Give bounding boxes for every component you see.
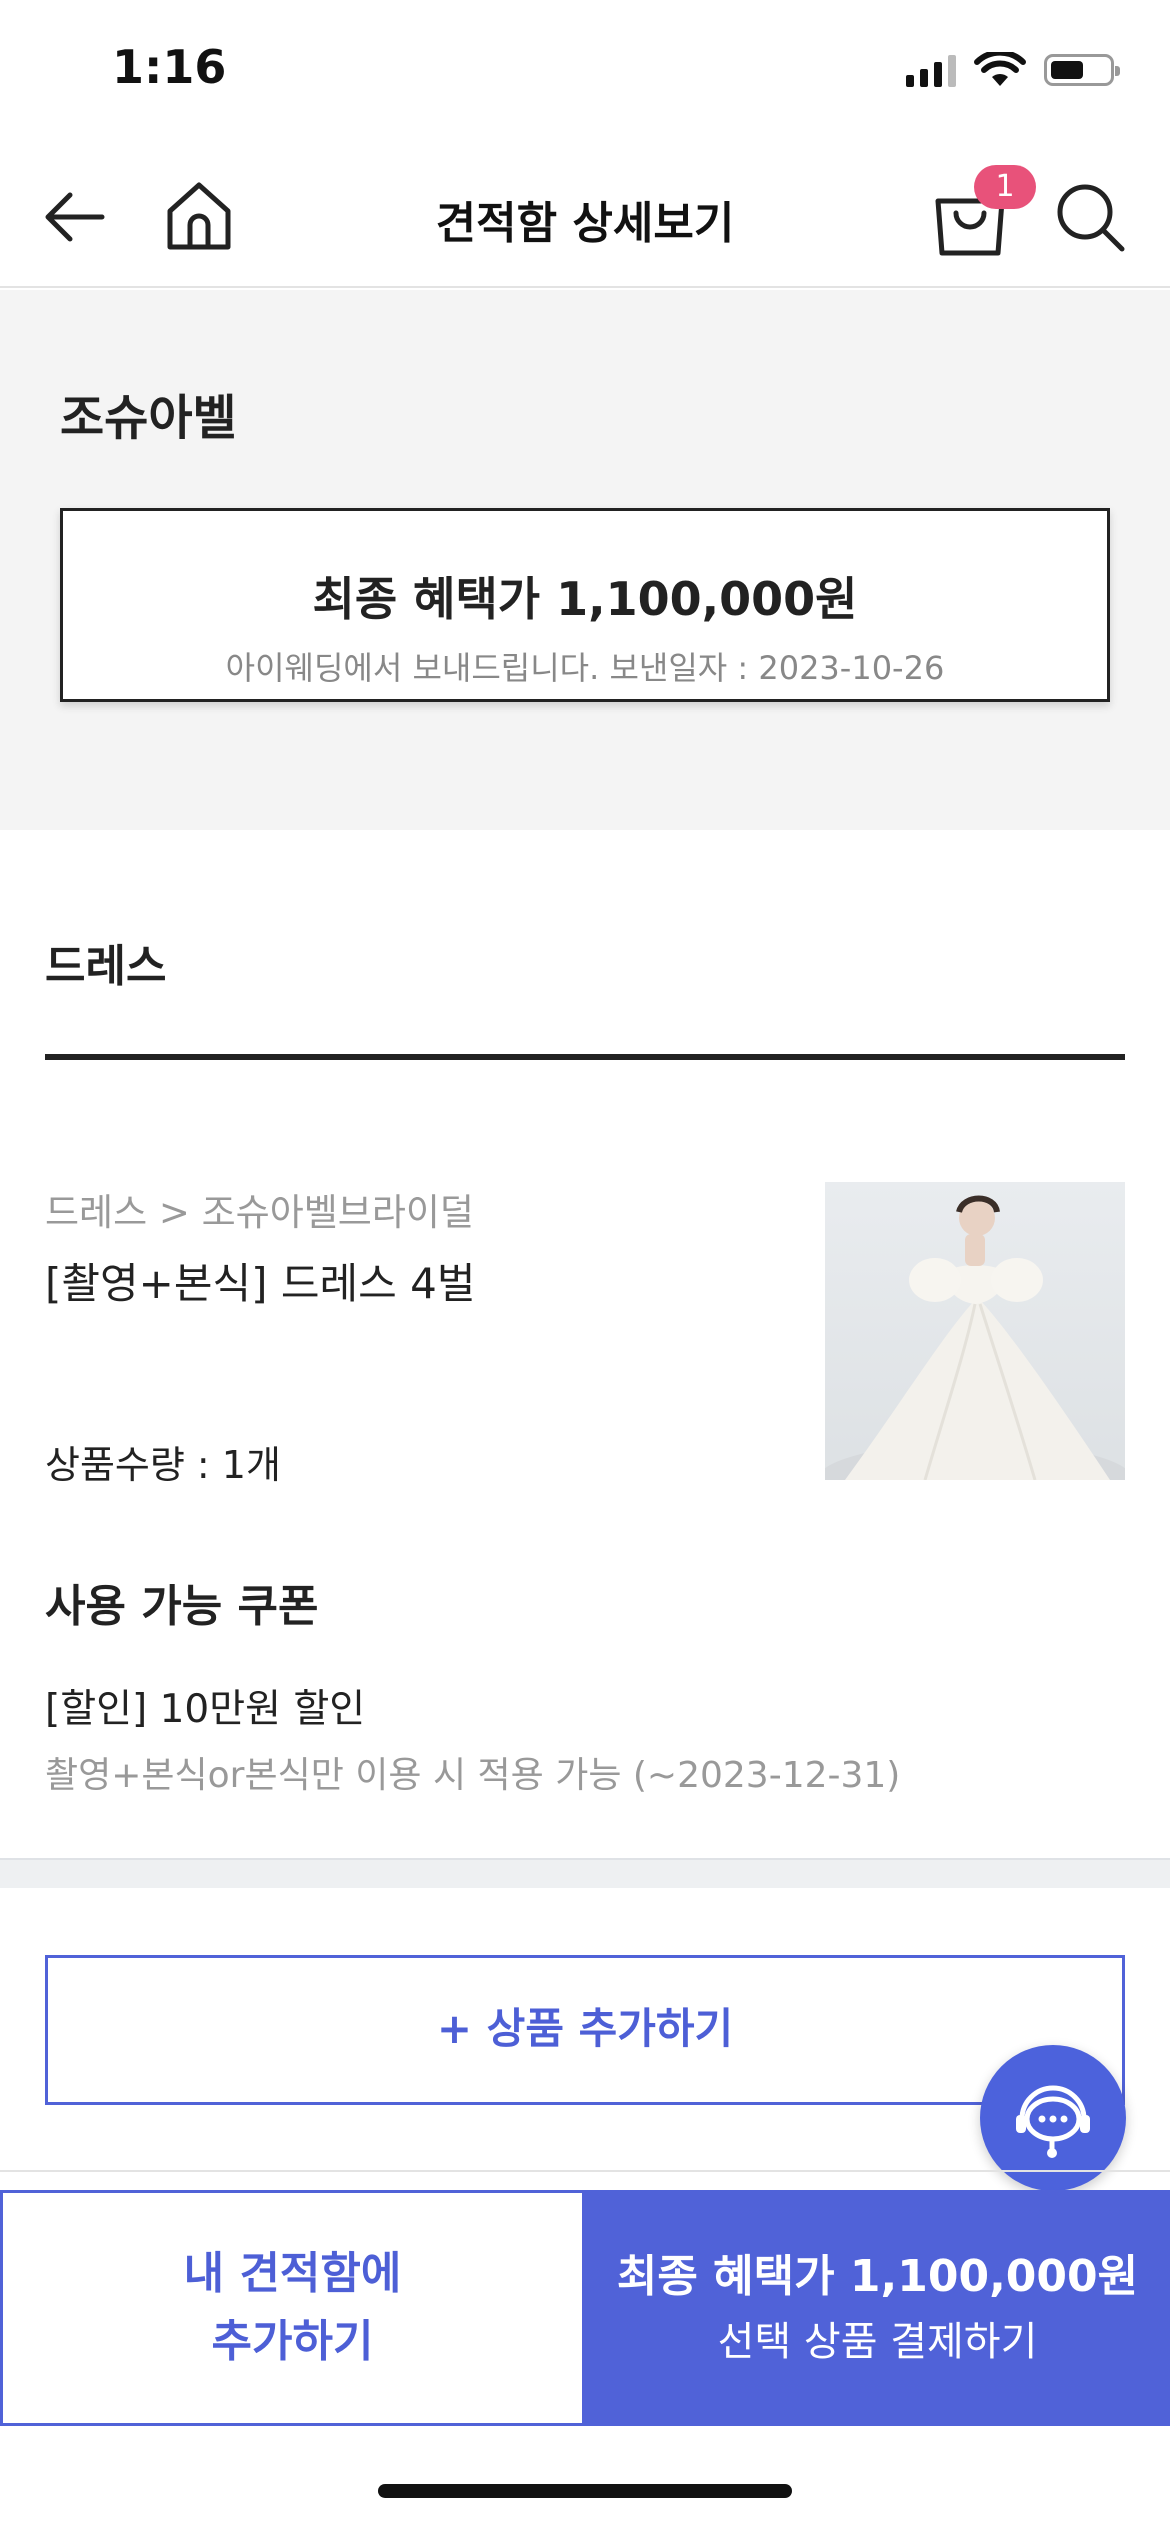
final-price: 최종 혜택가 1,100,000원 bbox=[312, 572, 858, 626]
coupon-description: 촬영+본식or본식만 이용 시 적용 가능 (~2023-12-31) bbox=[45, 1755, 901, 1796]
checkout-price: 최종 혜택가 1,100,000원 bbox=[616, 2251, 1139, 2302]
add-to-quote-line2: 추가하기 bbox=[211, 2316, 374, 2367]
section-title: 드레스 bbox=[45, 941, 167, 992]
battery-icon bbox=[1044, 54, 1120, 86]
product-image[interactable] bbox=[825, 1182, 1125, 1480]
home-indicator[interactable] bbox=[378, 2484, 792, 2498]
status-bar: 1:16 bbox=[0, 0, 1170, 145]
wifi-icon bbox=[974, 52, 1026, 86]
coupon-heading: 사용 가능 쿠폰 bbox=[45, 1581, 319, 1632]
product-breadcrumb: 드레스 > 조슈아벨브라이덜 bbox=[45, 1191, 474, 1234]
summary-section: 조슈아벨 최종 혜택가 1,100,000원 아이웨딩에서 보내드립니다. 보낸… bbox=[0, 290, 1170, 830]
section-divider bbox=[45, 1054, 1125, 1060]
headset-chat-icon bbox=[1016, 2085, 1090, 2158]
coupon-name: [할인] 10만원 할인 bbox=[45, 1687, 366, 1732]
nav-header: 견적함 상세보기 1 bbox=[0, 145, 1170, 288]
product-name[interactable]: [촬영+본식] 드레스 4벌 bbox=[45, 1250, 476, 1311]
final-price-card: 최종 혜택가 1,100,000원 아이웨딩에서 보내드립니다. 보낸일자 : … bbox=[60, 508, 1110, 702]
checkout-label: 선택 상품 결제하기 bbox=[717, 2319, 1038, 2365]
search-icon[interactable] bbox=[1052, 179, 1128, 255]
add-to-quote-line1: 내 견적함에 bbox=[183, 2248, 402, 2299]
cart-count-badge: 1 bbox=[974, 165, 1036, 209]
section-gap-divider bbox=[0, 1858, 1170, 1888]
status-icons bbox=[906, 52, 1120, 88]
checkout-button[interactable]: 최종 혜택가 1,100,000원 선택 상품 결제하기 bbox=[585, 2190, 1170, 2426]
status-time: 1:16 bbox=[112, 40, 227, 94]
cellular-signal-icon bbox=[906, 53, 956, 87]
product-quantity: 상품수량 : 1개 bbox=[45, 1443, 281, 1487]
add-product-button[interactable]: + 상품 추가하기 bbox=[45, 1955, 1125, 2105]
sent-info: 아이웨딩에서 보내드립니다. 보낸일자 : 2023-10-26 bbox=[225, 649, 945, 687]
shop-name: 조슈아벨 bbox=[60, 390, 237, 446]
add-to-quote-box-button[interactable]: 내 견적함에 추가하기 bbox=[0, 2190, 585, 2426]
bottom-action-bar: 내 견적함에 추가하기 최종 혜택가 1,100,000원 선택 상품 결제하기 bbox=[0, 2190, 1170, 2426]
bottom-divider bbox=[0, 2170, 1170, 2172]
